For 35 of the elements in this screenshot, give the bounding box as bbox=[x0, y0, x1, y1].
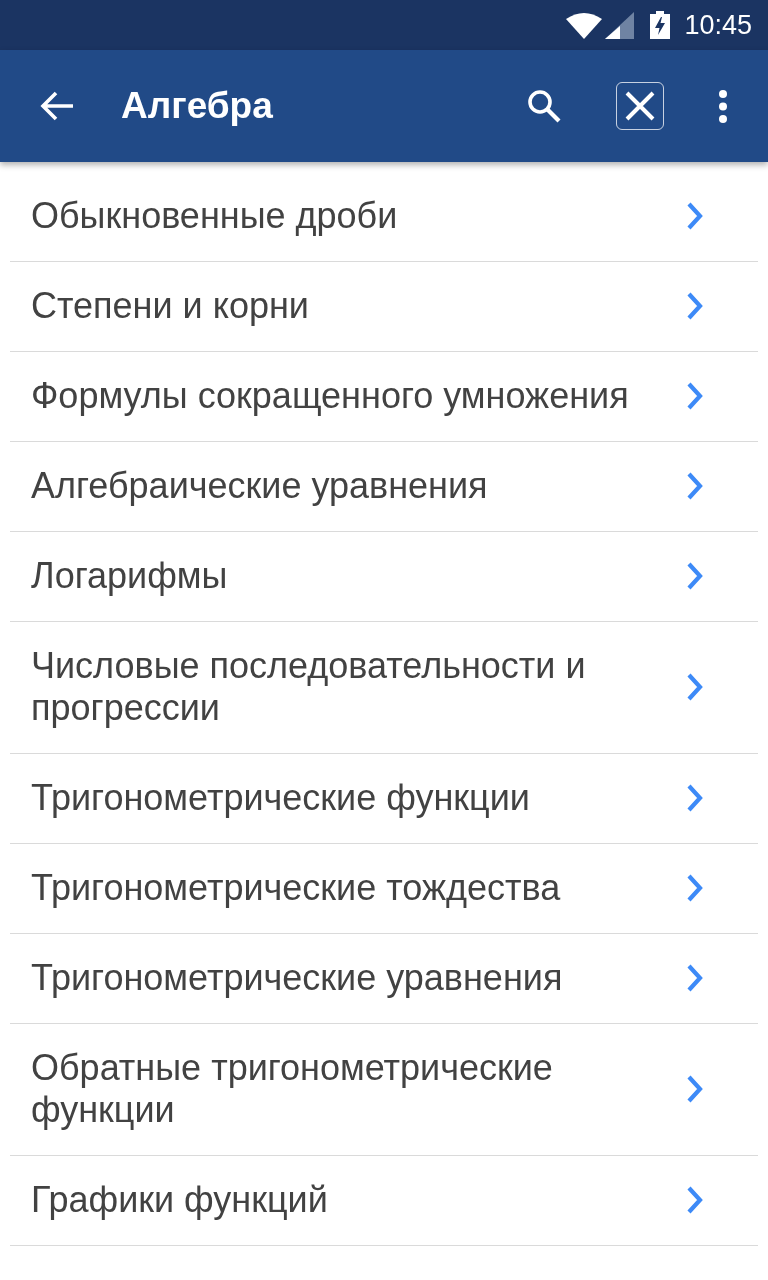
chevron-right-icon bbox=[686, 561, 704, 591]
close-button[interactable] bbox=[616, 82, 664, 130]
topic-list-item[interactable]: Графики функций bbox=[10, 1156, 758, 1246]
topic-list-item[interactable]: Формулы сокращенного умножения bbox=[10, 352, 758, 442]
wifi-icon bbox=[566, 12, 603, 39]
topic-list-item[interactable]: Алгебраические уравнения bbox=[10, 442, 758, 532]
more-options-button[interactable] bbox=[719, 89, 727, 123]
topic-list-item[interactable]: Тригонометрические функции bbox=[10, 754, 758, 844]
battery-charging-icon bbox=[650, 11, 671, 39]
topic-list-item[interactable]: Обратные тригонометрические функции bbox=[10, 1024, 758, 1156]
chevron-right-icon bbox=[686, 963, 704, 993]
search-button[interactable] bbox=[527, 89, 561, 123]
close-icon bbox=[625, 91, 655, 121]
topic-list-item[interactable]: Логарифмы bbox=[10, 532, 758, 622]
screen-title: Алгебра bbox=[121, 85, 274, 127]
signal-icon bbox=[605, 11, 635, 39]
more-options-icon bbox=[719, 89, 727, 123]
clock-time: 10:45 bbox=[684, 9, 752, 41]
chevron-right-icon bbox=[686, 381, 704, 411]
search-icon bbox=[527, 89, 561, 123]
chevron-right-icon bbox=[686, 201, 704, 231]
topic-list-item[interactable]: Числовые последовательности и прогрессии bbox=[10, 622, 758, 754]
back-button[interactable] bbox=[40, 91, 74, 121]
chevron-right-icon bbox=[686, 1185, 704, 1215]
topic-list-item[interactable]: Степени и корни bbox=[10, 262, 758, 352]
chevron-right-icon bbox=[686, 291, 704, 321]
chevron-right-icon bbox=[686, 672, 704, 702]
topic-list-item[interactable]: Тригонометрические тождества bbox=[10, 844, 758, 934]
chevron-right-icon bbox=[686, 471, 704, 501]
topic-list-item[interactable]: Обыкновенные дроби bbox=[10, 172, 758, 262]
chevron-right-icon bbox=[686, 783, 704, 813]
back-arrow-icon bbox=[40, 91, 74, 121]
chevron-right-icon bbox=[686, 873, 704, 903]
topic-list-item[interactable]: Тригонометрические уравнения bbox=[10, 934, 758, 1024]
chevron-right-icon bbox=[686, 1074, 704, 1104]
